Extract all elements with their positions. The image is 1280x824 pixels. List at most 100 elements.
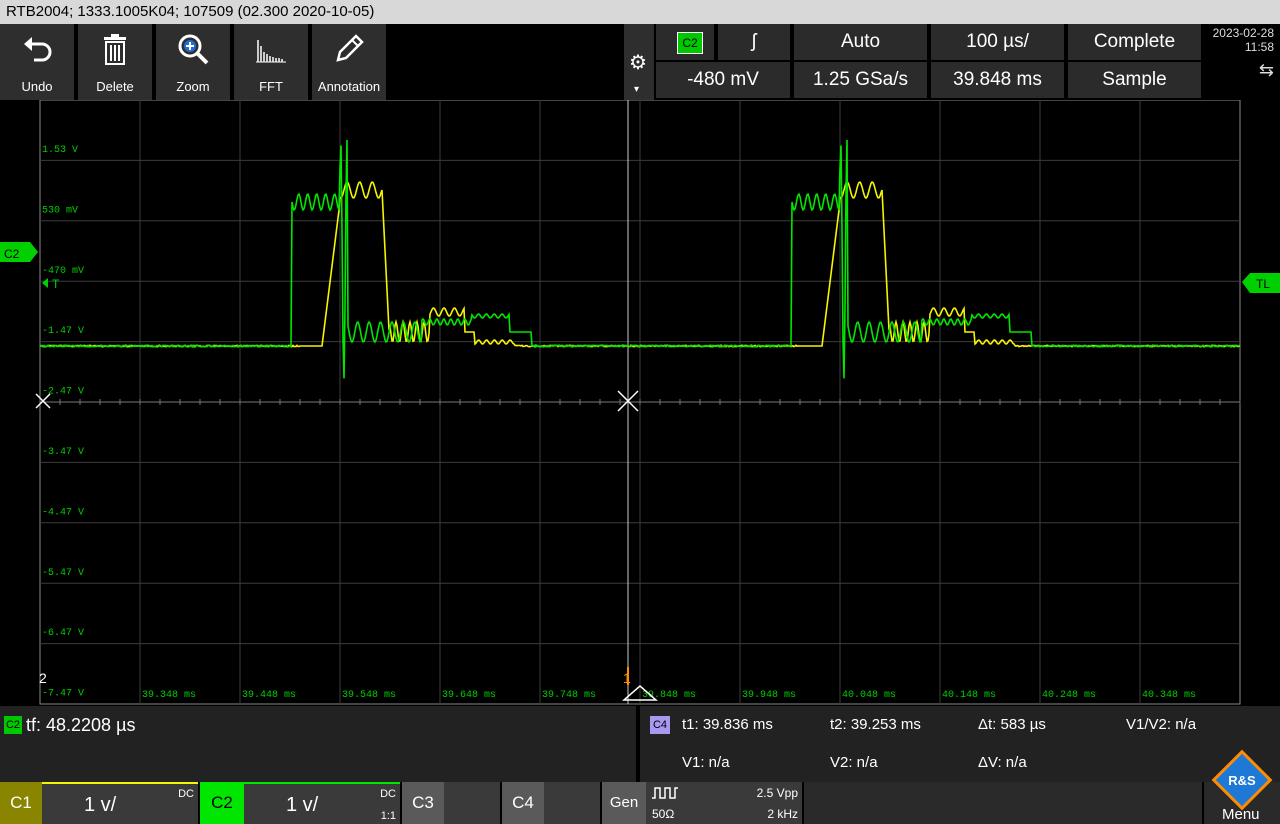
y-tick-label: -6.47 V <box>42 628 84 639</box>
waveform-display[interactable]: 1.53 V530 mV-470 mV-1.47 V-2.47 V-3.47 V… <box>0 100 1280 706</box>
cursor-delta-v: ΔV: n/a <box>978 754 1027 771</box>
ch2-ground-marker: 2 <box>39 670 47 686</box>
ch4-tab[interactable]: C4 <box>502 782 544 824</box>
trigger-mode-cell[interactable]: Auto <box>794 24 929 62</box>
fall-time-value: tf: 48.2208 µs <box>26 715 135 736</box>
x-axis-labels: 39.348 ms 39.448 ms 39.548 ms 39.648 ms 39.7… <box>142 690 1196 701</box>
undo-button[interactable]: Undo <box>0 24 76 100</box>
time-text: 11:58 <box>1203 40 1280 54</box>
ch4-settings[interactable] <box>544 782 600 824</box>
y-tick-label: 530 mV <box>42 205 78 216</box>
x-tick-label: 40.348 ms <box>1142 690 1196 701</box>
timebase-cell[interactable]: 100 µs/ <box>931 24 1066 62</box>
cursor-t2: t2: 39.253 ms <box>830 716 921 733</box>
x-tick-label: 39.548 ms <box>342 690 396 701</box>
ch2-settings[interactable]: 1 v/ DC 1:1 <box>244 782 400 824</box>
cursor-source-badge: C4 <box>650 716 670 734</box>
x-tick-label: 39.648 ms <box>442 690 496 701</box>
ch3-settings[interactable] <box>444 782 500 824</box>
fft-label: FFT <box>234 79 308 94</box>
rs-logo: R&S <box>1210 748 1274 812</box>
x-tick-label: 40.148 ms <box>942 690 996 701</box>
clock: 2023-02-28 11:58 ⇆ <box>1203 24 1280 100</box>
ch1-settings[interactable]: 1 v/ DC <box>42 782 198 824</box>
x-tick-label: 40.248 ms <box>1042 690 1096 701</box>
title-bar: RTB2004; 1333.1005K04; 107509 (02.300 20… <box>0 0 1280 24</box>
x-tick-label: 39.748 ms <box>542 690 596 701</box>
zoom-label: Zoom <box>156 79 230 94</box>
cursor-delta-t: Δt: 583 µs <box>978 716 1046 733</box>
delete-label: Delete <box>78 79 152 94</box>
trigger-level-cell[interactable]: -480 mV <box>656 62 792 100</box>
cursor-v2: V2: n/a <box>830 754 878 771</box>
pencil-icon <box>332 32 366 66</box>
ch1-scale: 1 v/ <box>84 794 116 817</box>
ch2-probe: 1:1 <box>381 810 396 822</box>
zoom-icon <box>176 32 210 66</box>
generator-frequency: 2 kHz <box>767 807 798 821</box>
generator-settings[interactable]: 2.5 Vpp 50Ω 2 kHz <box>646 782 802 824</box>
trigger-level-marker[interactable]: TL <box>1242 273 1280 293</box>
left-marker-label: C2 <box>4 247 20 261</box>
usb-icon: ⇆ <box>1203 54 1280 81</box>
x-tick-label: 39.448 ms <box>242 690 296 701</box>
rising-edge-icon: ʃ <box>752 31 756 52</box>
y-tick-label: -4.47 V <box>42 507 84 518</box>
cursor-v1: V1: n/a <box>682 754 730 771</box>
fft-button[interactable]: FFT <box>234 24 310 100</box>
x-tick-label: 39.348 ms <box>142 690 196 701</box>
ch2-coupling: DC <box>380 788 396 800</box>
menu-button[interactable]: R&S Menu <box>1204 782 1280 824</box>
generator-tab[interactable]: Gen <box>602 782 646 824</box>
cursor-panel[interactable]: C4 t1: 39.836 ms t2: 39.253 ms Δt: 583 µ… <box>640 706 1280 782</box>
x-tick-label: 40.048 ms <box>842 690 896 701</box>
acq-state-cell[interactable]: Complete <box>1068 24 1203 62</box>
square-wave-icon <box>652 787 678 799</box>
settings-button[interactable]: ⚙ ▾ <box>624 24 654 100</box>
acq-mode-cell[interactable]: Sample <box>1068 62 1203 100</box>
cursor-t1: t1: 39.836 ms <box>682 716 773 733</box>
generator-amplitude: 2.5 Vpp <box>757 786 798 800</box>
measurement-bar: C2 tf: 48.2208 µs C4 t1: 39.836 ms t2: 3… <box>0 706 1280 782</box>
y-tick-label: -5.47 V <box>42 568 84 579</box>
trash-icon <box>98 32 132 66</box>
undo-icon <box>20 32 54 66</box>
svg-text:T: T <box>52 277 60 291</box>
graticule <box>40 100 1240 704</box>
measure-source-badge: C2 <box>4 716 22 734</box>
channel-bar-spacer <box>804 782 1202 824</box>
y-tick-label: -470 mV <box>42 266 84 277</box>
annotation-label: Annotation <box>312 79 386 94</box>
generator-impedance: 50Ω <box>652 807 674 821</box>
ch3-tab[interactable]: C3 <box>402 782 444 824</box>
delete-button[interactable]: Delete <box>78 24 154 100</box>
horizontal-position-cell[interactable]: 39.848 ms <box>931 62 1066 100</box>
dropdown-arrow-icon: ▾ <box>634 84 639 95</box>
y-tick-label: -3.47 V <box>42 447 84 458</box>
fft-icon <box>254 32 288 66</box>
ch1-tab[interactable]: C1 <box>0 782 42 824</box>
ch1-coupling: DC <box>178 788 194 800</box>
left-channel-marker[interactable]: C2 <box>0 242 38 262</box>
trigger-level-label: TL <box>1256 277 1270 291</box>
trigger-source-badge: C2 <box>677 32 703 54</box>
trigger-arrow-marker: T <box>42 277 60 291</box>
zoom-button[interactable]: Zoom <box>156 24 232 100</box>
date-text: 2023-02-28 <box>1203 24 1280 40</box>
ch2-scale: 1 v/ <box>286 794 318 817</box>
svg-text:R&S: R&S <box>1228 773 1256 788</box>
x-tick-label: 39.948 ms <box>742 690 796 701</box>
y-axis-labels: 1.53 V530 mV-470 mV-1.47 V-2.47 V-3.47 V… <box>42 145 84 700</box>
annotation-button[interactable]: Annotation <box>312 24 388 100</box>
gear-icon: ⚙ <box>629 50 647 75</box>
sample-rate-cell[interactable]: 1.25 GSa/s <box>794 62 929 100</box>
trigger-source-cell[interactable]: C2 <box>656 24 716 62</box>
trigger-slope-cell[interactable]: ʃ <box>718 24 792 62</box>
undo-label: Undo <box>0 79 74 94</box>
channel-bar: C1 1 v/ DC C2 1 v/ DC 1:1 C3 C4 Gen 2.5 … <box>0 782 1280 824</box>
y-tick-label: 1.53 V <box>42 145 78 156</box>
ch2-tab[interactable]: C2 <box>200 782 244 824</box>
svg-text:2: 2 <box>39 670 47 686</box>
measure-left-panel[interactable]: C2 tf: 48.2208 µs <box>0 706 636 782</box>
cursor-v-ratio: V1/V2: n/a <box>1126 716 1196 733</box>
